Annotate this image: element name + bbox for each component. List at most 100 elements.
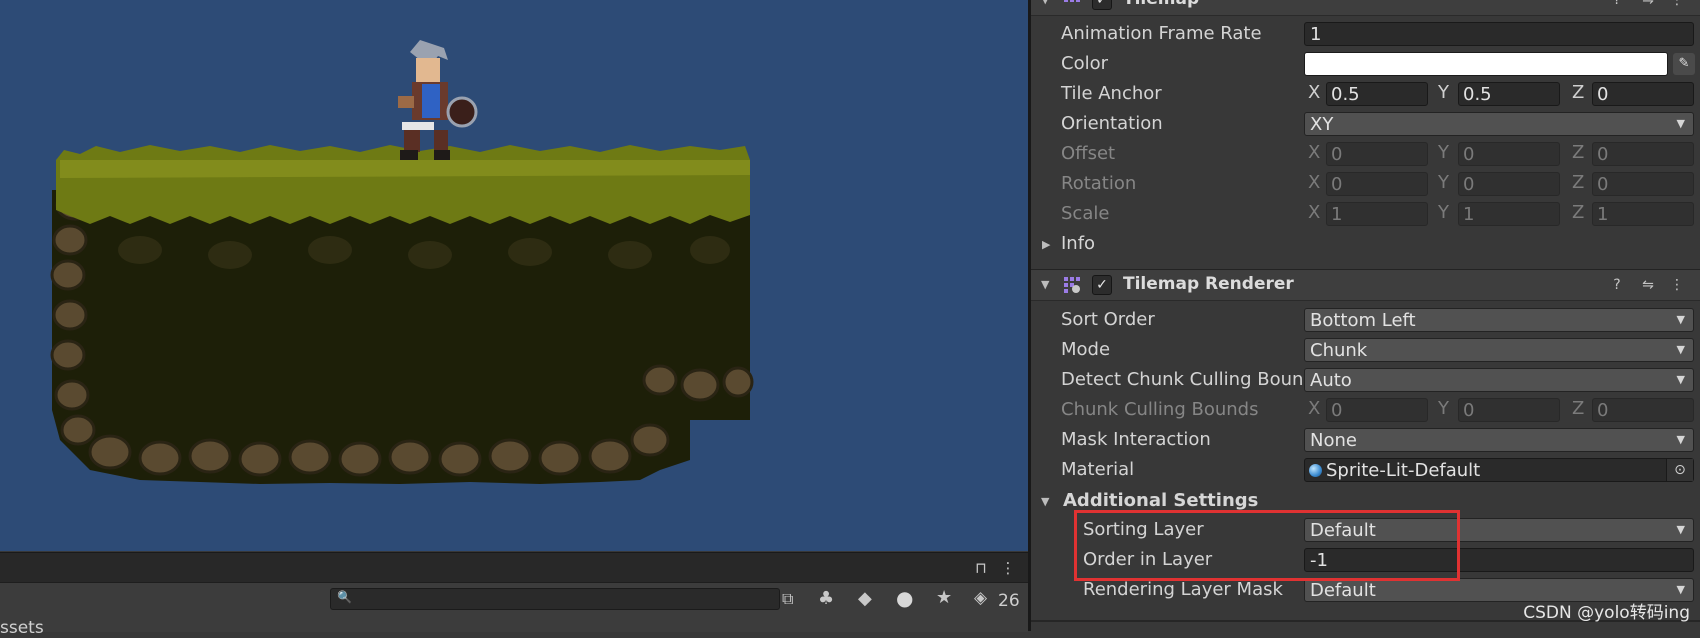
scale-vector: X 1 Y 1 Z 1 — [1304, 202, 1694, 226]
sort-order-dropdown[interactable]: Bottom Left ▼ — [1304, 308, 1694, 332]
x-axis-label: X — [1308, 202, 1321, 223]
order-in-layer-row: Order in Layer -1 — [1031, 546, 1700, 576]
scene-visibility-icon[interactable]: ⧉ — [782, 589, 793, 609]
inspector-panel: ▼ ✓ Tilemap ? ⇋ ⋮ Animation Frame Rate 1… — [1031, 0, 1700, 631]
watermark-text: CSDN @yolo转码ing — [1523, 603, 1690, 623]
chunk-culling-bounds-label: Chunk Culling Bounds — [1061, 399, 1259, 420]
z-axis-label: Z — [1572, 172, 1585, 193]
tilemap-renderer-icon — [1064, 277, 1080, 293]
rotation-x-field: 0 — [1326, 172, 1428, 196]
sort-order-label: Sort Order — [1061, 309, 1155, 330]
orientation-label: Orientation — [1061, 113, 1163, 134]
scene-toolbar: ⊓ ⋮ — [0, 552, 1028, 583]
chunk-bounds-z-field: 0 — [1592, 398, 1694, 422]
orientation-dropdown[interactable]: XY ▼ — [1304, 112, 1694, 136]
rotation-label: Rotation — [1061, 173, 1137, 194]
tilemap-title: Tilemap — [1123, 0, 1199, 9]
search-input[interactable]: 🔍 — [330, 588, 780, 610]
rotation-y-field: 0 — [1458, 172, 1560, 196]
project-bar: 🔍 ⧉ ♣ ◆ ● ★ ◈ 26 ssets — [0, 582, 1028, 638]
x-axis-label: X — [1308, 82, 1321, 103]
material-object-field[interactable]: Sprite-Lit-Default ⊙ — [1304, 458, 1694, 482]
tilemap-renderer-component-header[interactable]: ▼ ✓ Tilemap Renderer ? ⇋ ⋮ — [1031, 269, 1700, 301]
component-menu-icon[interactable]: ⋮ — [1667, 275, 1687, 295]
tile-anchor-z-value: 0 — [1597, 84, 1609, 105]
order-in-layer-field[interactable]: -1 — [1304, 548, 1694, 572]
tilemap-renderer-enabled-checkbox[interactable]: ✓ — [1092, 275, 1112, 295]
dropdown-arrow-icon: ▼ — [1676, 433, 1685, 446]
chunk-culling-bounds-row: Chunk Culling Bounds X 0 Y 0 Z 0 — [1031, 396, 1700, 426]
rendering-layer-mask-label: Rendering Layer Mask — [1083, 579, 1283, 600]
offset-label: Offset — [1061, 143, 1116, 164]
more-options-icon[interactable]: ⋮ — [997, 557, 1019, 579]
z-axis-label: Z — [1572, 82, 1585, 103]
scene-view[interactable] — [0, 0, 1028, 551]
y-axis-label: Y — [1438, 398, 1449, 419]
scale-label: Scale — [1061, 203, 1110, 224]
filter-by-type-icon[interactable]: ♣ — [818, 588, 834, 609]
material-row: Material Sprite-Lit-Default ⊙ — [1031, 456, 1700, 486]
chunk-culling-bounds-vector: X 0 Y 0 Z 0 — [1304, 398, 1694, 422]
info-label: Info — [1061, 233, 1096, 254]
animation-frame-rate-field[interactable]: 1 — [1304, 22, 1694, 46]
collapse-arrow-icon[interactable]: ▼ — [1041, 0, 1049, 6]
object-picker-icon[interactable]: ⊙ — [1666, 459, 1693, 481]
presets-icon[interactable]: ⇋ — [1638, 275, 1658, 295]
color-label: Color — [1061, 53, 1108, 74]
filter-by-label-icon[interactable]: ◆ — [858, 588, 872, 609]
offset-z-field: 0 — [1592, 142, 1694, 166]
tile-anchor-vector: X 0.5 Y 0.5 Z 0 — [1304, 82, 1694, 106]
assets-label[interactable]: ssets — [0, 618, 44, 638]
chunk-bounds-x-field: 0 — [1326, 398, 1428, 422]
sort-order-row: Sort Order Bottom Left ▼ — [1031, 306, 1700, 336]
additional-settings-label: Additional Settings — [1063, 490, 1259, 511]
warning-filter-icon[interactable]: ● — [896, 586, 913, 610]
offset-row: Offset X 0 Y 0 Z 0 — [1031, 140, 1700, 170]
tile-anchor-z-field[interactable]: 0 — [1592, 82, 1694, 106]
favorite-icon[interactable]: ★ — [936, 587, 952, 608]
collapse-arrow-icon[interactable]: ▼ — [1041, 278, 1049, 291]
help-icon[interactable]: ? — [1607, 275, 1627, 295]
scale-z-value: 1 — [1597, 204, 1609, 225]
component-menu-icon[interactable]: ⋮ — [1667, 0, 1687, 10]
scale-x-value: 1 — [1331, 204, 1343, 225]
tile-anchor-y-field[interactable]: 0.5 — [1458, 82, 1560, 106]
hidden-objects-icon[interactable]: ◈ — [974, 588, 987, 608]
island-grass-highlight — [60, 160, 750, 178]
tilemap-component-header[interactable]: ▼ ✓ Tilemap ? ⇋ ⋮ — [1031, 0, 1700, 16]
color-swatch[interactable] — [1304, 52, 1668, 76]
sorting-layer-row: Sorting Layer Default ▼ — [1031, 516, 1700, 546]
scale-row: Scale X 1 Y 1 Z 1 — [1031, 200, 1700, 230]
search-icon: 🔍 — [337, 590, 352, 604]
material-label: Material — [1061, 459, 1135, 480]
mask-interaction-dropdown[interactable]: None ▼ — [1304, 428, 1694, 452]
offset-x-value: 0 — [1331, 144, 1343, 165]
mode-label: Mode — [1061, 339, 1111, 360]
x-axis-label: X — [1308, 142, 1321, 163]
eyedropper-icon[interactable]: ✎ — [1673, 53, 1695, 75]
help-icon[interactable]: ? — [1607, 0, 1627, 10]
orientation-value: XY — [1310, 114, 1334, 135]
mode-row: Mode Chunk ▼ — [1031, 336, 1700, 366]
collapse-arrow-icon[interactable]: ▼ — [1041, 495, 1049, 508]
mask-interaction-label: Mask Interaction — [1061, 429, 1211, 450]
chunk-bounds-z-value: 0 — [1597, 400, 1609, 421]
z-axis-label: Z — [1572, 142, 1585, 163]
lock-icon[interactable]: ⊓ — [970, 557, 992, 579]
x-axis-label: X — [1308, 398, 1321, 419]
tilemap-enabled-checkbox[interactable]: ✓ — [1092, 0, 1112, 10]
offset-vector: X 0 Y 0 Z 0 — [1304, 142, 1694, 166]
z-axis-label: Z — [1572, 202, 1585, 223]
chunk-bounds-y-value: 0 — [1463, 400, 1475, 421]
expand-arrow-icon[interactable]: ▶ — [1042, 238, 1050, 251]
offset-y-value: 0 — [1463, 144, 1475, 165]
tile-anchor-label: Tile Anchor — [1061, 83, 1162, 104]
detect-chunk-culling-dropdown[interactable]: Auto ▼ — [1304, 368, 1694, 392]
additional-settings-foldout[interactable]: ▼ Additional Settings — [1031, 487, 1700, 517]
sorting-layer-dropdown[interactable]: Default ▼ — [1304, 518, 1694, 542]
info-foldout[interactable]: ▶ Info — [1031, 230, 1700, 260]
mode-dropdown[interactable]: Chunk ▼ — [1304, 338, 1694, 362]
tile-anchor-x-field[interactable]: 0.5 — [1326, 82, 1428, 106]
presets-icon[interactable]: ⇋ — [1638, 0, 1658, 10]
dropdown-arrow-icon: ▼ — [1676, 117, 1685, 130]
